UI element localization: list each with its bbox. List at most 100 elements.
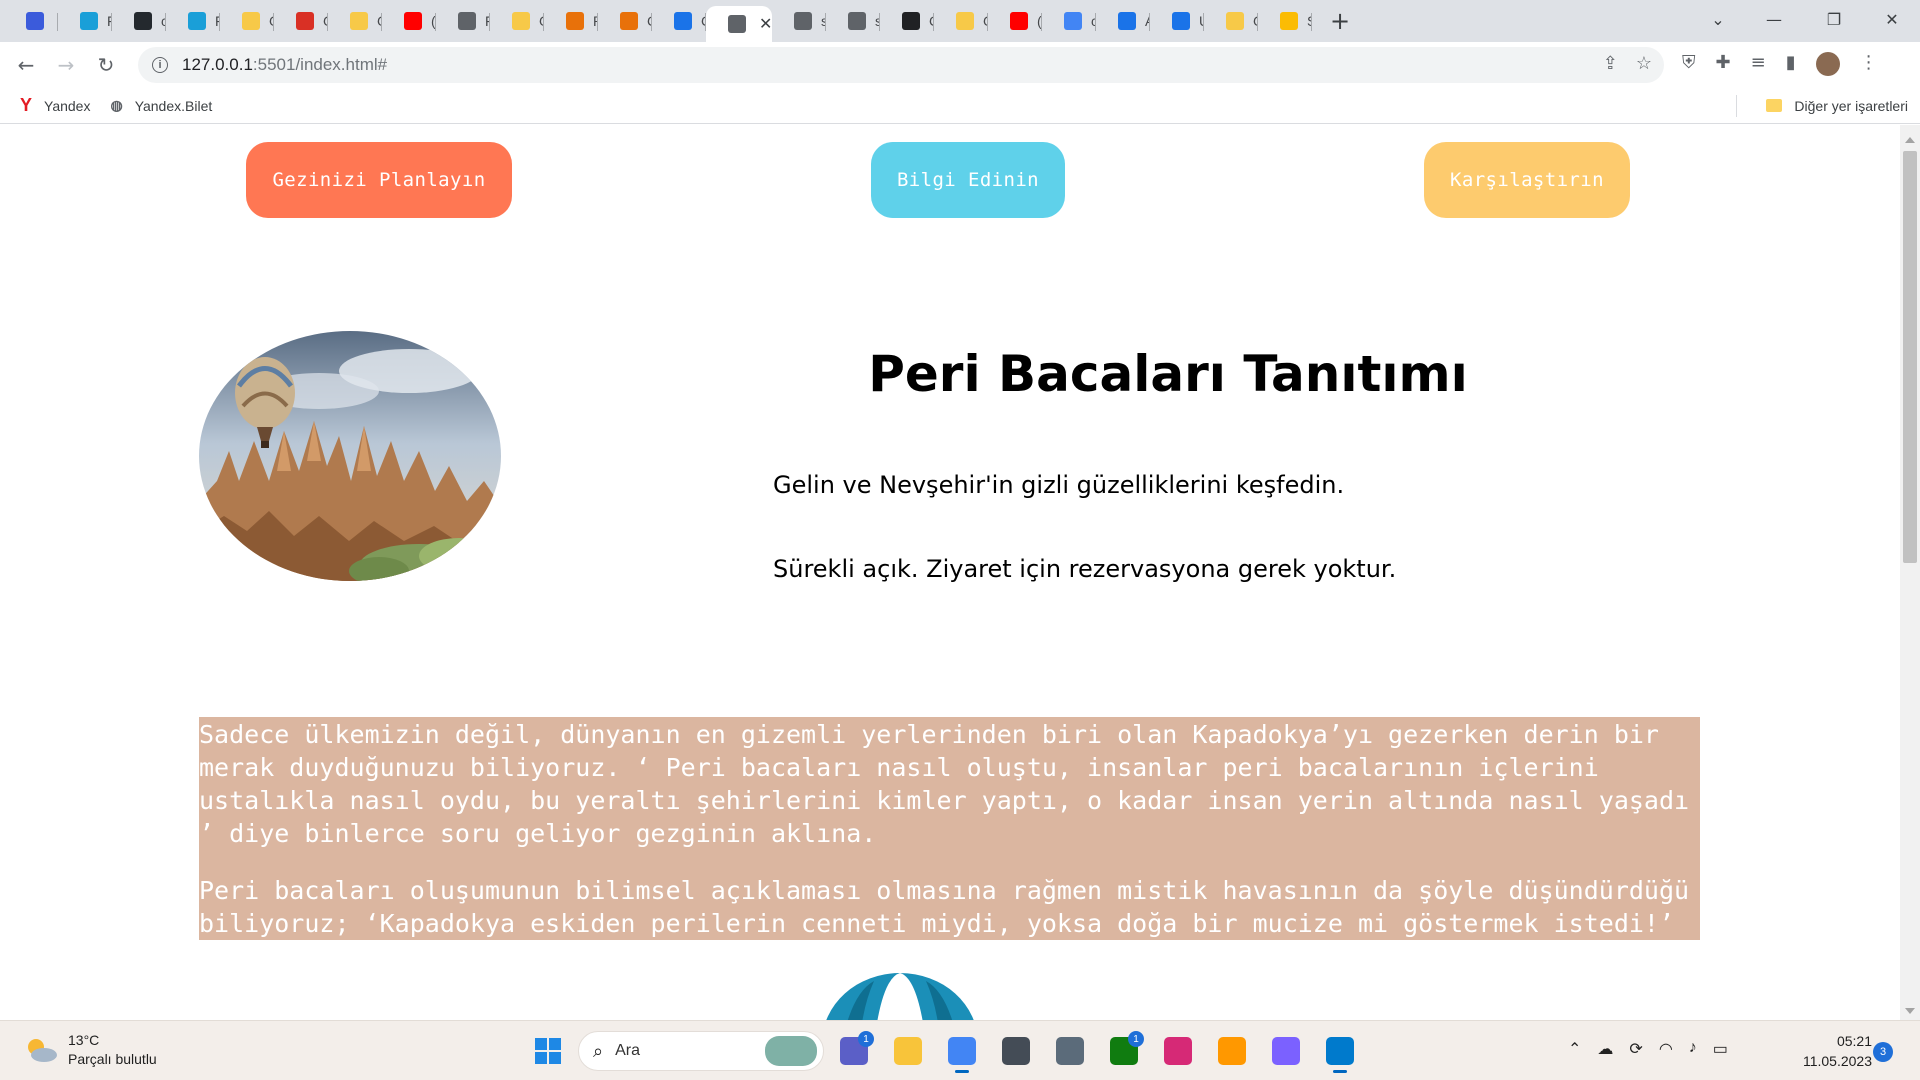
forward-button[interactable]: → — [46, 47, 86, 83]
browser-tab[interactable]: FS — [58, 0, 112, 42]
globe-icon — [728, 15, 746, 33]
instagram-icon — [1164, 1037, 1192, 1065]
close-window-button[interactable]: ✕ — [1864, 0, 1920, 38]
other-bookmarks-label: Diğer yer işaretleri — [1794, 97, 1908, 114]
profile-avatar[interactable] — [1815, 52, 1840, 76]
app-badge: 1 — [1128, 1031, 1144, 1047]
browser-tab[interactable]: (1! — [988, 0, 1042, 42]
bookmark-yandex[interactable]: Y Yandex — [20, 95, 90, 116]
close-tab-icon[interactable]: ✕ — [759, 14, 772, 34]
scrollbar-thumb[interactable] — [1903, 151, 1917, 563]
new-tab-button[interactable]: + — [1320, 7, 1360, 35]
back-button[interactable]: ← — [6, 47, 46, 83]
extension-security-icon[interactable]: ⛨ — [1682, 52, 1696, 76]
page-scrollbar[interactable] — [1900, 125, 1920, 1020]
reload-button[interactable]: ↻ — [86, 47, 126, 83]
clock[interactable]: 05:21 11.05.2023 — [1792, 1031, 1872, 1071]
extensions-puzzle-icon[interactable]: ✚ — [1716, 52, 1731, 76]
scroll-up-arrow-icon[interactable] — [1905, 137, 1915, 143]
volume-icon[interactable]: ♪ — [1689, 1039, 1697, 1059]
file-explorer-taskbar-button[interactable] — [884, 1029, 932, 1073]
windows-taskbar: 13°C Parçalı bulutlu ⌕ Ara 1 1 ⌃ ☁ ⟳ ◠ ♪ … — [0, 1020, 1920, 1080]
settings-taskbar-button[interactable] — [1046, 1029, 1094, 1073]
chrome-icon — [948, 1037, 976, 1065]
bookmark-yandex-bilet[interactable]: ◍ Yandex.Bilet — [110, 97, 212, 114]
folder-icon — [1766, 99, 1783, 112]
gitkraken-taskbar-button[interactable] — [1262, 1029, 1310, 1073]
browser-tab[interactable]: Ge — [274, 0, 328, 42]
notification-badge[interactable]: 3 — [1873, 1042, 1893, 1062]
sublime-taskbar-button[interactable] — [1208, 1029, 1256, 1073]
browser-tab[interactable]: Gü — [1204, 0, 1258, 42]
browser-tab[interactable]: Fo — [436, 0, 490, 42]
youtube-icon — [1010, 12, 1028, 30]
instagram-taskbar-button[interactable] — [1154, 1029, 1202, 1073]
teams-chat-taskbar-button[interactable]: 1 — [830, 1029, 878, 1073]
compare-button[interactable]: Karşılaştırın — [1424, 142, 1630, 218]
browser-tab[interactable]: CS — [652, 0, 706, 42]
start-button[interactable] — [524, 1029, 572, 1073]
other-bookmarks[interactable]: Diğer yer işaretleri — [1736, 94, 1908, 117]
temperature: 13°C — [68, 1032, 100, 1048]
check-icon — [1226, 12, 1244, 30]
sync-icon[interactable]: ⟳ — [1629, 1039, 1642, 1059]
browser-tab[interactable]: sci — [826, 0, 880, 42]
sublime-icon — [1218, 1037, 1246, 1065]
browser-tab[interactable]: Ay — [1096, 0, 1150, 42]
browser-tab[interactable]: Gü — [328, 0, 382, 42]
reading-list-icon[interactable]: ≡ — [1751, 52, 1766, 76]
chrome-taskbar-button[interactable] — [938, 1029, 986, 1073]
browser-tab[interactable]: ✕ — [706, 6, 772, 42]
globe-icon: ◍ — [110, 97, 123, 113]
vscode-taskbar-button[interactable] — [1316, 1029, 1364, 1073]
minimize-button[interactable]: — — [1746, 0, 1802, 38]
share-icon[interactable]: ⇪ — [1603, 53, 1618, 74]
browser-tab[interactable]: Gü — [934, 0, 988, 42]
browser-tab[interactable]: cs — [1042, 0, 1096, 42]
umbrella-image — [822, 973, 978, 1020]
browser-tab[interactable]: Gü — [490, 0, 544, 42]
weather-widget[interactable]: 13°C Parçalı bulutlu — [24, 1031, 157, 1069]
maximize-button[interactable]: ❐ — [1806, 0, 1862, 38]
menu-kebab-icon[interactable]: ⋮ — [1860, 52, 1878, 76]
page-title: Peri Bacaları Tanıtımı — [868, 345, 1468, 403]
address-bar[interactable]: i 127.0.0.1:5501/index.html# ⇪ ☆ — [138, 47, 1664, 83]
browser-tab[interactable]: Uz — [1150, 0, 1204, 42]
browser-tab[interactable]: Ch — [598, 0, 652, 42]
check-icon — [350, 12, 368, 30]
show-hidden-icons-chevron-icon[interactable]: ⌃ — [1568, 1039, 1581, 1059]
browser-tab[interactable]: ch — [112, 0, 166, 42]
get-info-button[interactable]: Bilgi Edinin — [871, 142, 1065, 218]
browser-tab[interactable]: sci — [772, 0, 826, 42]
windows-logo-icon — [535, 1038, 561, 1064]
bookmark-label: Yandex — [44, 97, 91, 114]
browser-tab[interactable]: FS — [166, 0, 220, 42]
site-info-icon[interactable]: i — [152, 57, 168, 73]
wifi-icon[interactable]: ◠ — [1659, 1039, 1673, 1059]
url-host: 127.0.0.1 — [182, 55, 253, 74]
calculator-icon — [1002, 1037, 1030, 1065]
browser-tab[interactable]: Ro — [544, 0, 598, 42]
puzzle-colors-icon — [620, 12, 638, 30]
plan-trip-button[interactable]: Gezinizi Planlayın — [246, 142, 512, 218]
battery-icon[interactable]: ▭ — [1713, 1039, 1728, 1059]
browser-tab[interactable]: (1! — [382, 0, 436, 42]
cappadocia-balloon-image — [199, 331, 501, 581]
globe-icon — [458, 12, 476, 30]
browser-tab[interactable]: CS — [880, 0, 934, 42]
browser-tab[interactable]: Gü — [220, 0, 274, 42]
blue-square-icon — [26, 12, 44, 30]
taskbar-search[interactable]: ⌕ Ara — [578, 1031, 824, 1071]
check-icon — [512, 12, 530, 30]
browser-tab[interactable]: Sc — [1258, 0, 1312, 42]
tab-search-icon[interactable]: ⌄ — [1690, 0, 1746, 38]
bookmark-star-icon[interactable]: ☆ — [1636, 53, 1652, 74]
calculator-taskbar-button[interactable] — [992, 1029, 1040, 1073]
browser-tab[interactable] — [4, 0, 58, 42]
url-path: :5501/index.html# — [252, 55, 388, 74]
scroll-down-arrow-icon[interactable] — [1905, 1008, 1915, 1014]
side-panel-icon[interactable]: ▮ — [1786, 52, 1796, 76]
xbox-taskbar-button[interactable]: 1 — [1100, 1029, 1148, 1073]
onedrive-cloud-icon[interactable]: ☁ — [1597, 1039, 1613, 1059]
v-icon — [80, 12, 98, 30]
